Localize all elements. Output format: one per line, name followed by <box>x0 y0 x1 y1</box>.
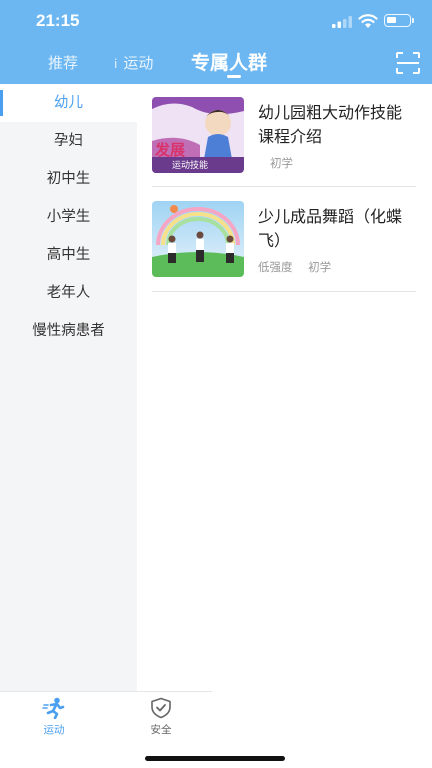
cellular-signal-icon <box>332 16 352 28</box>
thumb-caption-small: 运动技能 <box>172 159 208 171</box>
active-item-marker <box>0 90 3 116</box>
sidebar-item-toddler[interactable]: 幼儿 <box>0 84 137 122</box>
course-tags: 低强度 初学 <box>258 259 343 275</box>
course-card[interactable]: 少儿成品舞蹈（化蝶飞） 低强度 初学 <box>152 201 416 305</box>
nav-item-safety[interactable]: 安全 <box>131 697 191 737</box>
active-tab-indicator <box>227 75 241 78</box>
sidebar-item-primary-school[interactable]: 小学生 <box>0 198 137 236</box>
sidebar-item-pregnant[interactable]: 孕妇 <box>0 122 137 160</box>
tag-level: 初学 <box>270 156 293 170</box>
tag-intensity: 低强度 <box>258 260 293 274</box>
course-thumbnail <box>152 201 244 277</box>
status-bar: 21:15 <box>0 0 432 44</box>
nav-item-sport[interactable]: 运动 <box>24 697 84 737</box>
list-divider <box>152 186 416 187</box>
scan-icon[interactable] <box>396 52 420 74</box>
course-title: 幼儿园粗大动作技能课程介绍 <box>258 103 403 146</box>
home-indicator[interactable] <box>145 756 285 761</box>
sidebar-item-middle-school[interactable]: 初中生 <box>0 160 137 198</box>
top-tab-bar: 推荐 i 运动 专属人群 <box>0 44 432 84</box>
tag-level: 初学 <box>308 260 332 274</box>
list-divider <box>152 291 416 292</box>
thumb-caption-large: 发展 <box>154 141 185 159</box>
tab-sport[interactable]: i 运动 <box>114 52 153 73</box>
nav-label-safety: 安全 <box>150 724 172 736</box>
nav-label-sport: 运动 <box>43 724 65 736</box>
sidebar-item-elderly[interactable]: 老年人 <box>0 274 137 312</box>
sidebar-item-high-school[interactable]: 高中生 <box>0 236 137 274</box>
shield-check-icon <box>151 697 171 719</box>
app-header: 21:15 推荐 i 运动 专属人群 <box>0 0 432 84</box>
wifi-icon <box>358 14 378 28</box>
tab-exclusive-group[interactable]: 专属人群 <box>191 48 267 75</box>
status-time: 21:15 <box>36 11 80 30</box>
running-icon <box>42 697 65 719</box>
course-title: 少儿成品舞蹈（化蝶飞） <box>258 207 403 250</box>
course-thumbnail: 发展 运动技能 <box>152 97 244 173</box>
course-tags: 初学 <box>258 155 305 171</box>
tab-recommend[interactable]: 推荐 <box>48 52 78 73</box>
battery-icon <box>384 14 414 27</box>
bottom-nav-divider <box>0 691 212 692</box>
category-sidebar: 幼儿 孕妇 初中生 小学生 高中生 老年人 慢性病患者 <box>0 84 137 691</box>
sidebar-item-chronic-patients[interactable]: 慢性病患者 <box>0 312 137 350</box>
